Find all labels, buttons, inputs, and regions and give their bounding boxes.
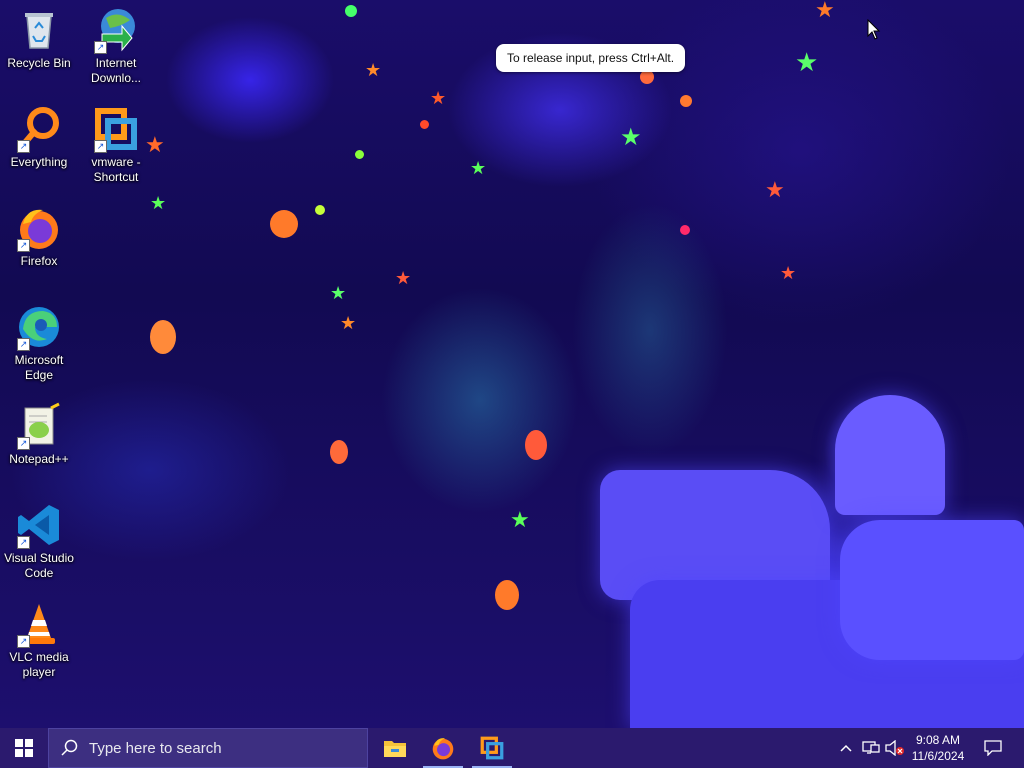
shortcut-arrow-icon: ↗ (17, 239, 30, 252)
wallpaper-decoration (420, 120, 429, 129)
wallpaper-decoration (315, 205, 325, 215)
show-hidden-icons-button[interactable] (836, 728, 856, 768)
wallpaper-star: ★ (365, 60, 382, 81)
edge-icon: ↗ (15, 303, 63, 351)
clock-time: 9:08 AM (915, 733, 961, 747)
release-input-tooltip: To release input, press Ctrl+Alt. (496, 44, 686, 72)
recycle-bin-icon (15, 6, 63, 54)
wallpaper-decoration (355, 150, 364, 159)
wallpaper-decoration (680, 225, 690, 235)
shortcut-arrow-icon: ↗ (94, 41, 107, 54)
shortcut-arrow-icon: ↗ (17, 338, 30, 351)
mouse-cursor-icon (867, 19, 881, 40)
desktop-icon-label: Notepad++ (9, 452, 69, 466)
desktop-icon-label: Everything (10, 155, 68, 169)
wallpaper-decoration (330, 440, 348, 464)
action-center-button[interactable] (976, 728, 1010, 768)
taskbar-search-box[interactable] (48, 728, 368, 768)
wallpaper-star: ★ (795, 48, 819, 78)
wallpaper-star: ★ (340, 313, 357, 334)
network-icon (862, 741, 880, 754)
firefox-icon (432, 738, 454, 760)
wallpaper-star: ★ (510, 508, 530, 533)
desktop-icon-notepad-plus-plus[interactable]: ↗ Notepad++ (1, 402, 77, 467)
search-input[interactable] (87, 738, 351, 758)
desktop-icon-recycle-bin[interactable]: Recycle Bin (1, 6, 77, 71)
wallpaper-decoration (640, 70, 654, 84)
file-explorer-icon (384, 741, 406, 757)
vscode-icon: ↗ (15, 501, 63, 549)
taskbar-app-file-explorer[interactable] (371, 728, 419, 768)
desktop-icon-label: Firefox (20, 254, 58, 268)
wallpaper-star: ★ (620, 123, 642, 151)
search-icon (61, 739, 78, 756)
shortcut-arrow-icon: ↗ (17, 437, 30, 450)
desktop-icon-visual-studio-code[interactable]: ↗ Visual Studio Code (1, 501, 77, 581)
desktop-icon-label: vmware - Shortcut (91, 155, 141, 184)
chevron-up-icon (840, 744, 852, 752)
shortcut-arrow-icon: ↗ (17, 635, 30, 648)
desktop-icon-internet-download-manager[interactable]: ↗ Internet Downlo... (78, 6, 154, 86)
desktop-icon-label: Microsoft Edge (14, 353, 64, 382)
wallpaper-star: ★ (430, 88, 447, 109)
desktop-icon-everything[interactable]: ↗ Everything (1, 105, 77, 170)
wallpaper-decoration (270, 210, 298, 238)
everything-search-icon: ↗ (15, 105, 63, 153)
wallpaper-star: ★ (780, 263, 797, 284)
desktop-icon-vlc-media-player[interactable]: ↗ VLC media player (1, 600, 77, 680)
vlc-icon: ↗ (15, 600, 63, 648)
taskbar-app-vmware[interactable] (468, 728, 516, 768)
wallpaper-star: ★ (330, 283, 347, 304)
wallpaper-decoration (680, 95, 692, 107)
wallpaper-star: ★ (815, 0, 835, 23)
wallpaper-star: ★ (470, 158, 487, 179)
network-status-button[interactable] (860, 728, 882, 768)
start-button[interactable] (0, 728, 48, 768)
wallpaper-star: ★ (395, 268, 412, 289)
wallpaper-star: ★ (150, 193, 167, 214)
desktop-icon-label: Visual Studio Code (4, 551, 74, 580)
vmware-icon: ↗ (92, 105, 140, 153)
desktop-icon-firefox[interactable]: ↗ Firefox (1, 204, 77, 269)
desktop-icon-microsoft-edge[interactable]: ↗ Microsoft Edge (1, 303, 77, 383)
desktop-icon-vmware[interactable]: ↗ vmware - Shortcut (78, 105, 154, 185)
vmware-icon (480, 736, 504, 760)
desktop-icon-label: Recycle Bin (7, 56, 71, 70)
windows-logo-icon (15, 739, 33, 757)
wallpaper-decoration (495, 580, 519, 610)
wallpaper-sofa (840, 520, 1024, 660)
notepad-plus-plus-icon: ↗ (15, 402, 63, 450)
wallpaper-decoration (525, 430, 547, 460)
taskbar-clock[interactable]: 9:08 AM 11/6/2024 (902, 728, 974, 768)
internet-download-manager-icon: ↗ (92, 6, 140, 54)
shortcut-arrow-icon: ↗ (94, 140, 107, 153)
shortcut-arrow-icon: ↗ (17, 536, 30, 549)
taskbar: 9:08 AM 11/6/2024 (0, 728, 1024, 768)
wallpaper-sofa (835, 395, 945, 515)
shortcut-arrow-icon: ↗ (17, 140, 30, 153)
desktop-icon-label: Internet Downlo... (90, 56, 142, 85)
wallpaper-decoration (345, 5, 357, 17)
taskbar-app-firefox[interactable] (419, 728, 467, 768)
firefox-icon: ↗ (15, 204, 63, 252)
wallpaper-star: ★ (765, 178, 785, 203)
notification-icon (984, 740, 1002, 756)
clock-date: 11/6/2024 (911, 749, 965, 763)
wallpaper-decoration (150, 320, 176, 354)
desktop-icon-label: VLC media player (9, 650, 69, 679)
